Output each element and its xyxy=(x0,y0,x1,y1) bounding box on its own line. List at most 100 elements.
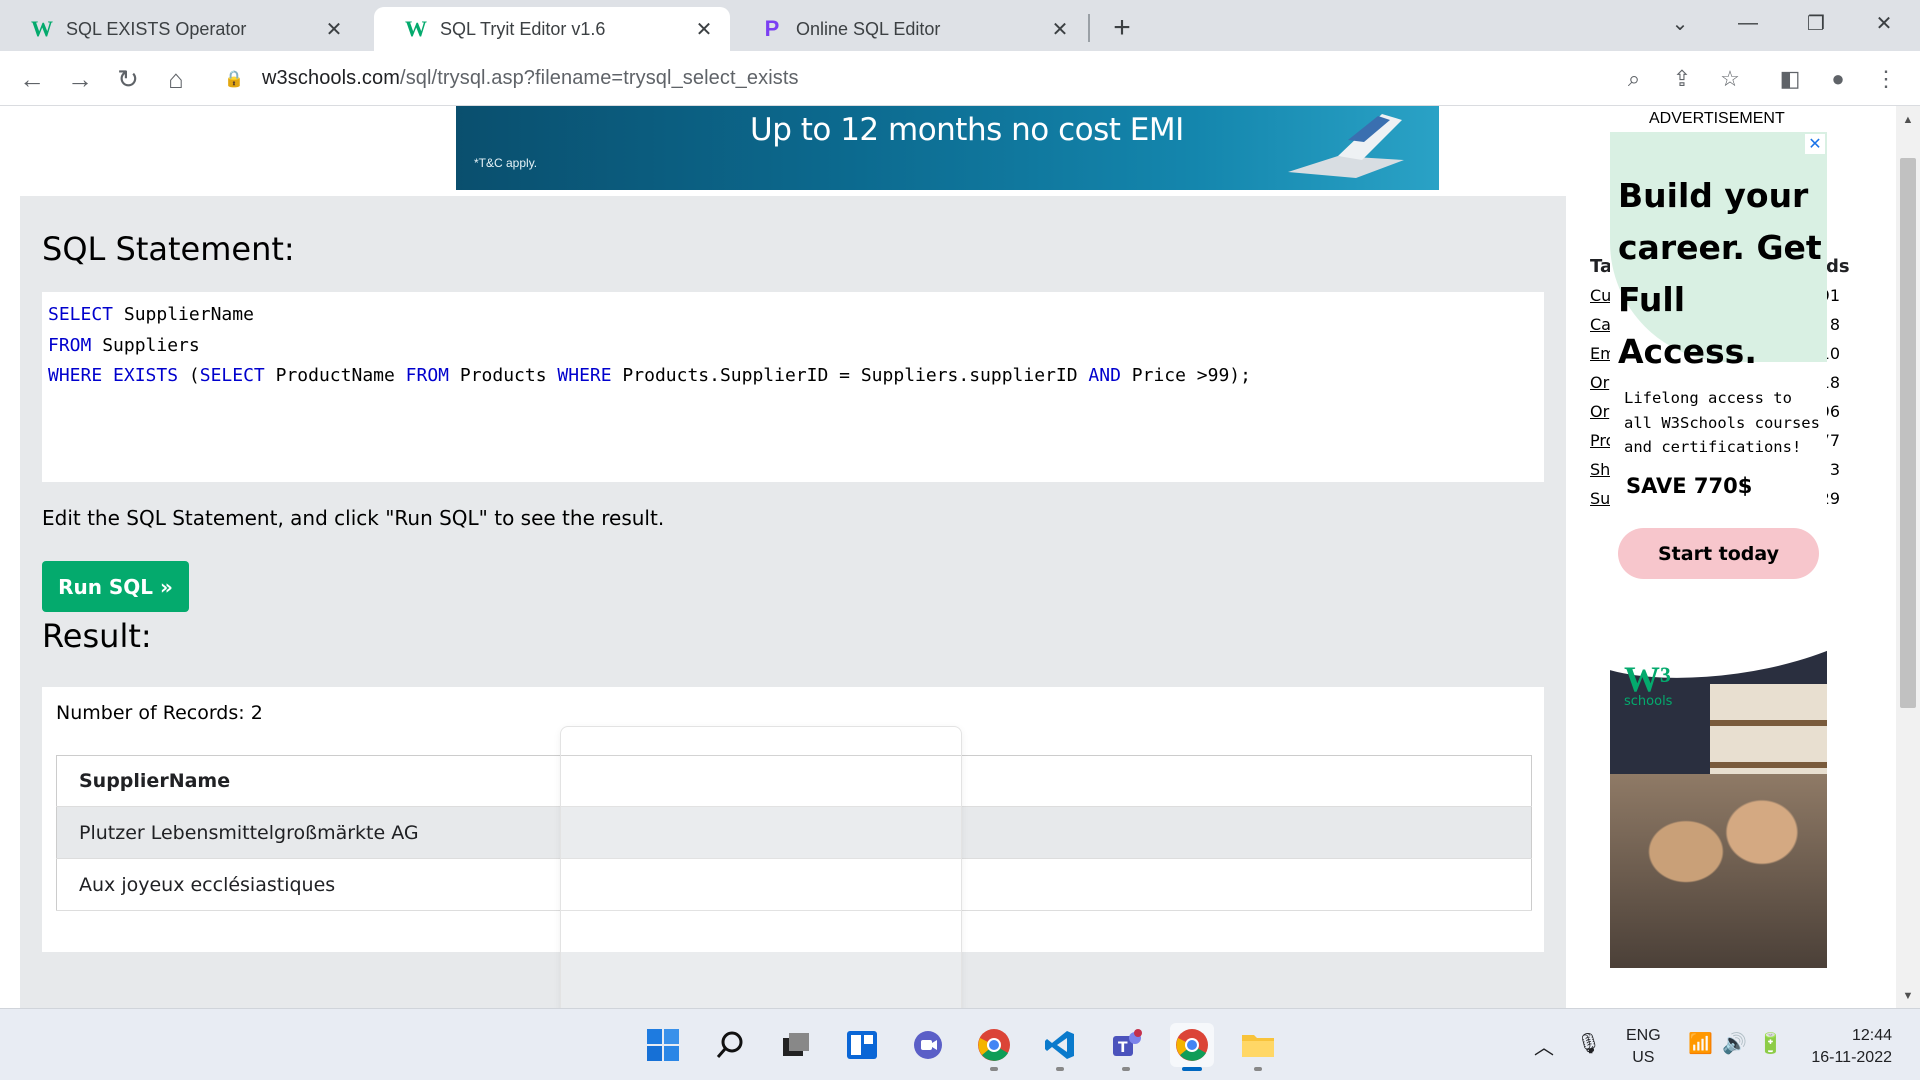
url-text[interactable]: w3schools.com/sql/trysql.asp?filename=tr… xyxy=(262,67,799,90)
page-content: Up to 12 months no cost EMI *T&C apply. … xyxy=(0,106,1896,1008)
sql-text: Products.SupplierID = Suppliers.supplier… xyxy=(611,365,1089,386)
sql-keyword: WHERE xyxy=(48,365,103,386)
wifi-icon[interactable]: 📶 xyxy=(1688,1031,1713,1056)
sql-statement-heading: SQL Statement: xyxy=(42,230,295,268)
run-sql-button[interactable]: Run SQL » xyxy=(42,561,189,612)
task-view-icon[interactable] xyxy=(774,1023,818,1067)
url-host: w3schools.com xyxy=(262,67,401,89)
zoom-icon[interactable]: ⌕ xyxy=(1616,61,1652,97)
programiz-icon: P xyxy=(764,16,780,41)
menu-kebab-icon[interactable]: ⋮ xyxy=(1868,61,1904,97)
sql-keyword: AND xyxy=(1088,365,1121,386)
clock-date: 16-11-2022 xyxy=(1811,1049,1892,1066)
language-code: ENG xyxy=(1626,1027,1661,1044)
page-scrollbar[interactable]: ▲ ▼ xyxy=(1896,106,1920,1008)
ad-subtext: Lifelong access to all W3Schools courses… xyxy=(1624,389,1820,456)
tab-tryit-editor[interactable]: W SQL Tryit Editor v1.6 ✕ xyxy=(374,7,730,51)
table-name-link[interactable]: Ca xyxy=(1590,315,1611,334)
language-indicator[interactable]: ENG US xyxy=(1626,1025,1661,1069)
close-window-icon[interactable]: ✕ xyxy=(1864,8,1904,38)
table-name-link[interactable]: Or xyxy=(1590,373,1609,392)
table-count: 3 xyxy=(1829,460,1840,479)
running-indicator xyxy=(1182,1067,1202,1071)
ad-headline: Build your career. Get Full Access. xyxy=(1618,176,1822,371)
table-name-link[interactable]: Or xyxy=(1590,402,1609,421)
ad-photo: W³ schools xyxy=(1610,624,1827,968)
record-count: Number of Records: 2 xyxy=(56,702,263,724)
sql-line: FROM Suppliers xyxy=(48,331,1538,362)
table-count: 8 xyxy=(1829,315,1840,334)
banner-terms: *T&C apply. xyxy=(474,156,538,170)
people-image xyxy=(1610,774,1827,968)
tab-search-icon[interactable]: ⌄ xyxy=(1660,8,1700,38)
table-name-link[interactable]: Sh xyxy=(1590,460,1610,479)
widgets-icon[interactable] xyxy=(840,1023,884,1067)
chrome-icon[interactable] xyxy=(972,1023,1016,1071)
address-bar[interactable]: 🔒 w3schools.com/sql/trysql.asp?filename=… xyxy=(214,57,1596,100)
logo-subtext: schools xyxy=(1624,694,1673,709)
share-icon[interactable]: ⇪ xyxy=(1664,61,1700,97)
sidebar-ad[interactable]: ✕ Build your career. Get Full Access. Li… xyxy=(1610,132,1827,968)
scroll-down-icon[interactable]: ▼ xyxy=(1896,986,1920,1006)
sql-text: ( xyxy=(178,365,200,386)
windows-taskbar: T ︿ 🎙 ENG US 📶 🔊 🔋 12:44 16-11-2022 xyxy=(0,1008,1920,1080)
tab-title: SQL Tryit Editor v1.6 xyxy=(440,18,606,39)
running-indicator xyxy=(1056,1067,1064,1071)
show-hidden-icons[interactable]: ︿ xyxy=(1534,1031,1554,1060)
url-path: /sql/trysql.asp?filename=trysql_select_e… xyxy=(400,67,799,89)
back-icon[interactable]: ← xyxy=(14,61,50,97)
profile-avatar-icon[interactable]: ● xyxy=(1820,61,1856,97)
battery-icon[interactable]: 🔋 xyxy=(1758,1031,1783,1056)
table-name-link[interactable]: Cu xyxy=(1590,286,1611,305)
bookmark-star-icon[interactable]: ☆ xyxy=(1712,61,1748,97)
close-ad-icon[interactable]: ✕ xyxy=(1805,134,1825,154)
teams-icon[interactable]: T xyxy=(1104,1023,1148,1071)
volume-icon[interactable]: 🔊 xyxy=(1722,1031,1747,1056)
file-explorer-icon[interactable] xyxy=(1236,1023,1280,1071)
teams-chat-icon[interactable] xyxy=(906,1023,950,1067)
tab-online-sql-editor[interactable]: P Online SQL Editor ✕ xyxy=(730,7,1086,51)
chrome-active-icon[interactable] xyxy=(1170,1023,1214,1071)
running-indicator xyxy=(990,1067,998,1071)
w3schools-icon: W xyxy=(31,16,53,41)
running-indicator xyxy=(1254,1067,1262,1071)
restore-icon[interactable]: ❐ xyxy=(1796,8,1836,38)
instruction-text: Edit the SQL Statement, and click "Run S… xyxy=(42,506,665,530)
tab-strip: W SQL EXISTS Operator ✕ W SQL Tryit Edit… xyxy=(0,0,1920,51)
clock[interactable]: 12:44 16-11-2022 xyxy=(1802,1025,1892,1069)
sql-keyword: WHERE xyxy=(557,365,612,386)
sql-text: Price >99); xyxy=(1120,365,1251,386)
banner-headline: Up to 12 months no cost EMI xyxy=(750,112,1184,148)
clock-time: 12:44 xyxy=(1851,1027,1892,1044)
table-name-link[interactable]: Su xyxy=(1590,489,1610,508)
sql-keyword: EXISTS xyxy=(113,365,179,386)
minimize-icon[interactable]: — xyxy=(1728,8,1768,38)
sql-editor[interactable]: SELECT SupplierName FROM Suppliers WHERE E… xyxy=(42,292,1544,482)
microphone-icon[interactable]: 🎙 xyxy=(1576,1031,1601,1056)
windows-start-icon[interactable] xyxy=(641,1023,685,1067)
scroll-up-icon[interactable]: ▲ xyxy=(1896,110,1920,130)
side-panel-icon[interactable]: ◧ xyxy=(1772,61,1808,97)
svg-text:T: T xyxy=(1118,1040,1128,1056)
start-today-button[interactable]: Start today xyxy=(1618,528,1819,579)
close-icon[interactable]: ✕ xyxy=(692,17,716,41)
vscode-icon[interactable] xyxy=(1038,1023,1082,1071)
tab-sql-exists[interactable]: W SQL EXISTS Operator ✕ xyxy=(0,7,360,51)
close-icon[interactable]: ✕ xyxy=(1048,17,1072,41)
home-icon[interactable]: ⌂ xyxy=(158,61,194,97)
sql-text: ProductName xyxy=(264,365,406,386)
top-banner-ad[interactable]: Up to 12 months no cost EMI *T&C apply. xyxy=(456,106,1439,190)
w3schools-icon: W xyxy=(405,16,427,41)
sql-text: Products xyxy=(449,365,558,386)
forward-icon[interactable]: → xyxy=(62,61,98,97)
close-icon[interactable]: ✕ xyxy=(322,17,346,41)
scrollbar-thumb[interactable] xyxy=(1900,158,1916,708)
records-header: ds xyxy=(1826,256,1850,277)
reload-icon[interactable]: ↻ xyxy=(110,61,146,97)
search-icon[interactable] xyxy=(708,1023,752,1067)
lock-icon[interactable]: 🔒 xyxy=(224,69,244,89)
new-tab-button[interactable]: + xyxy=(1106,11,1138,44)
ad-save-text: SAVE 770$ xyxy=(1626,474,1753,498)
tab-separator xyxy=(1088,14,1090,42)
